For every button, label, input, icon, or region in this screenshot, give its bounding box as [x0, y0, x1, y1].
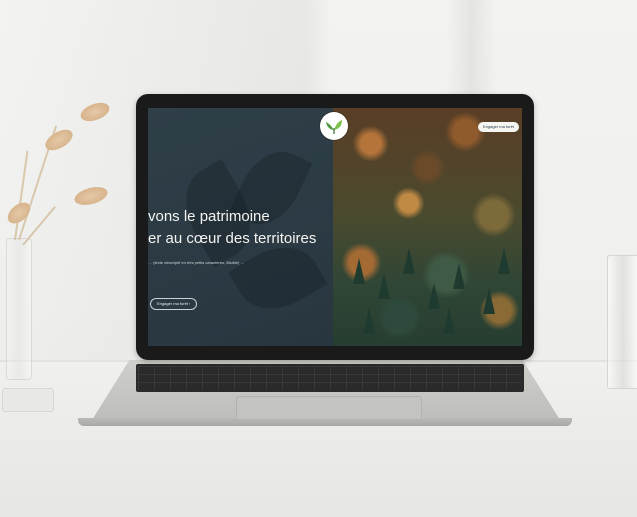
laptop-screen: vons le patrimoine er au cœur des territ… [148, 108, 522, 346]
hero-headline: vons le patrimoine er au cœur des territ… [148, 206, 348, 250]
tree [483, 288, 495, 314]
tree [453, 263, 465, 289]
tree [363, 308, 375, 334]
header-engage-label: Engager ma forêt [483, 124, 514, 129]
tree [353, 258, 365, 284]
arrow-right-icon: › [189, 301, 191, 306]
water-glass [607, 255, 637, 389]
glass-vase [6, 238, 32, 380]
desk-scene: vons le patrimoine er au cœur des territ… [0, 0, 637, 517]
headline-line-2: er au cœur des territoires [148, 230, 317, 247]
engage-forest-label: Engager ma forêt [157, 301, 188, 306]
tree [443, 308, 455, 334]
tree [378, 273, 390, 299]
tree [428, 283, 440, 309]
keyboard-keys [138, 366, 522, 390]
tree [403, 248, 415, 274]
headline-line-1: vons le patrimoine [148, 208, 270, 225]
engage-forest-button[interactable]: Engager ma forêt › [150, 298, 198, 310]
trackpad [236, 396, 422, 420]
vase-base [2, 388, 54, 412]
leaf-logo-icon[interactable] [320, 112, 348, 140]
header-engage-button[interactable]: Engager ma forêt [478, 122, 519, 132]
tree [498, 248, 510, 274]
forest-trees [333, 108, 522, 346]
hero-paragraph: … (texte descriptif en très petits carac… [148, 260, 245, 265]
